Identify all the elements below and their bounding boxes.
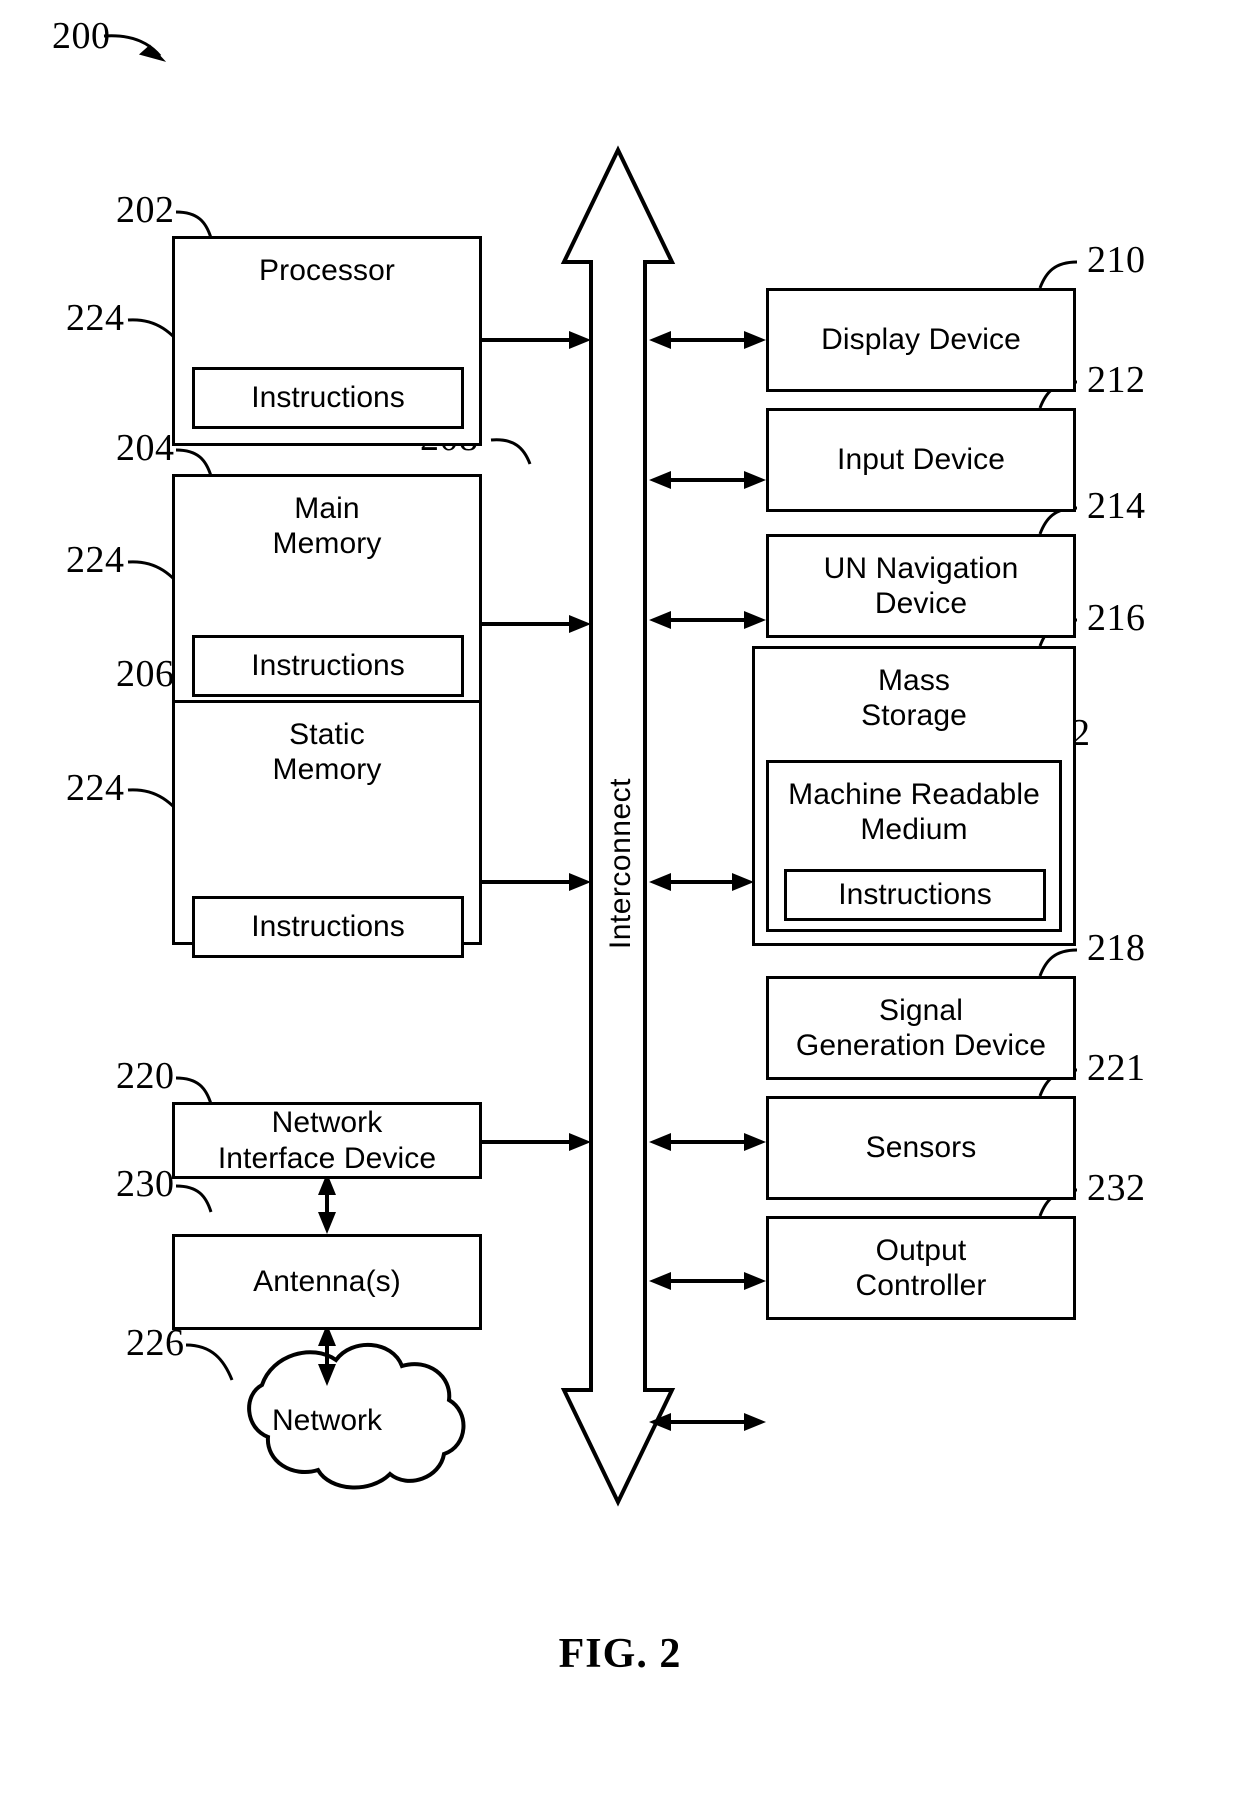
leader-210 [1038,260,1078,289]
main-memory-label-line1: Main [294,492,360,525]
network-interface-device-label-line2: Interface Device [217,1141,437,1175]
connector-interconnect-input-device [649,471,766,489]
input-device-label: Input Device [837,443,1005,477]
static-memory-label: Static Memory [273,717,382,788]
antenna-label: Antenna(s) [253,1265,401,1299]
processor-label: Processor [259,254,395,287]
main-memory-label-line2: Memory [272,527,382,561]
ref-216: 216 [1087,597,1146,639]
sensors-label: Sensors [865,1131,977,1165]
network-cloud-label: Network [271,1404,383,1437]
display-device-block: Display Device [766,288,1076,392]
navigation-device-block: UN Navigation Device [766,534,1076,638]
ref-232: 232 [1087,1167,1146,1209]
mass-storage-instructions-label: Instructions [838,878,992,911]
ref-224-static-memory: 224 [66,767,125,809]
machine-readable-medium-label-line2: Medium [860,813,968,847]
signal-generation-device-label: Signal Generation Device [796,993,1046,1064]
ref-214: 214 [1087,485,1146,527]
ref-204: 204 [116,427,175,469]
network-interface-device-block: Network Interface Device [172,1102,482,1179]
navigation-device-label: UN Navigation Device [824,551,1019,622]
static-memory-instructions-label: Instructions [251,910,405,943]
ref-221: 221 [1087,1047,1146,1089]
ref-218: 218 [1087,927,1146,969]
processor-instructions-block: Instructions [192,367,464,429]
ref-210: 210 [1087,239,1146,281]
machine-readable-medium-label-line1: Machine Readable [788,778,1040,811]
navigation-device-label-line1: UN Navigation [823,551,1019,585]
sensors-block: Sensors [766,1096,1076,1200]
leader-218 [1038,948,1078,977]
signal-generation-device-label-line1: Signal [878,993,963,1027]
signal-generation-device-label-line2: Generation Device [795,1029,1047,1062]
signal-generation-device-block: Signal Generation Device [766,976,1076,1080]
network-interface-device-label-line1: Network [271,1106,383,1140]
connector-network-interface-antenna [318,1173,336,1234]
leader-230 [175,1184,213,1213]
display-device-label: Display Device [821,323,1021,357]
static-memory-label-line1: Static [289,718,365,751]
leader-220 [175,1076,213,1105]
connector-interconnect-signal-generation-device [649,1133,766,1151]
ref-212: 212 [1087,359,1146,401]
input-device-block: Input Device [766,408,1076,512]
output-controller-block: Output Controller [766,1216,1076,1320]
main-memory-label: Main Memory [273,491,382,562]
ref-200: 200 [52,15,111,57]
connector-interconnect-mass-storage [649,873,754,891]
main-memory-instructions-label: Instructions [251,649,405,682]
ref-224-main-memory: 224 [66,539,125,581]
mass-storage-label-line1: Mass [877,664,951,697]
interconnect-label: Interconnect [604,778,637,950]
leader-208 [490,438,532,465]
figure-caption: FIG. 2 [558,1631,682,1677]
connector-interconnect-navigation-device [649,611,766,629]
output-controller-label-line1: Output [875,1233,967,1267]
mass-storage-label: Mass Storage [861,663,967,734]
static-memory-label-line2: Memory [272,753,382,787]
navigation-device-label-line2: Device [874,587,968,620]
leader-204 [175,448,213,477]
connector-interconnect-output-controller [649,1413,766,1431]
ref-206: 206 [116,653,175,695]
mass-storage-label-line2: Storage [861,699,967,733]
connector-interconnect-sensors [649,1272,766,1290]
system-ref-arrowhead [138,44,167,62]
leader-202 [175,210,213,239]
mass-storage-instructions-block: Instructions [784,869,1046,921]
connector-interconnect-display-device [649,331,766,349]
ref-220: 220 [116,1055,175,1097]
ref-202: 202 [116,189,175,231]
machine-readable-medium-label: Machine Readable Medium [788,777,1040,848]
patent-figure-canvas: 200 202 224 204 224 206 224 220 230 226 … [0,0,1240,1796]
static-memory-instructions-block: Instructions [192,896,464,958]
ref-224-processor: 224 [66,297,125,339]
ref-230: 230 [116,1163,175,1205]
antenna-block: Antenna(s) [172,1234,482,1330]
output-controller-label: Output Controller [855,1233,986,1304]
main-memory-instructions-block: Instructions [192,635,464,697]
processor-instructions-label: Instructions [251,381,405,414]
output-controller-label-line2: Controller [855,1269,987,1302]
leader-226 [185,1343,234,1381]
network-interface-device-label: Network Interface Device [218,1105,436,1176]
